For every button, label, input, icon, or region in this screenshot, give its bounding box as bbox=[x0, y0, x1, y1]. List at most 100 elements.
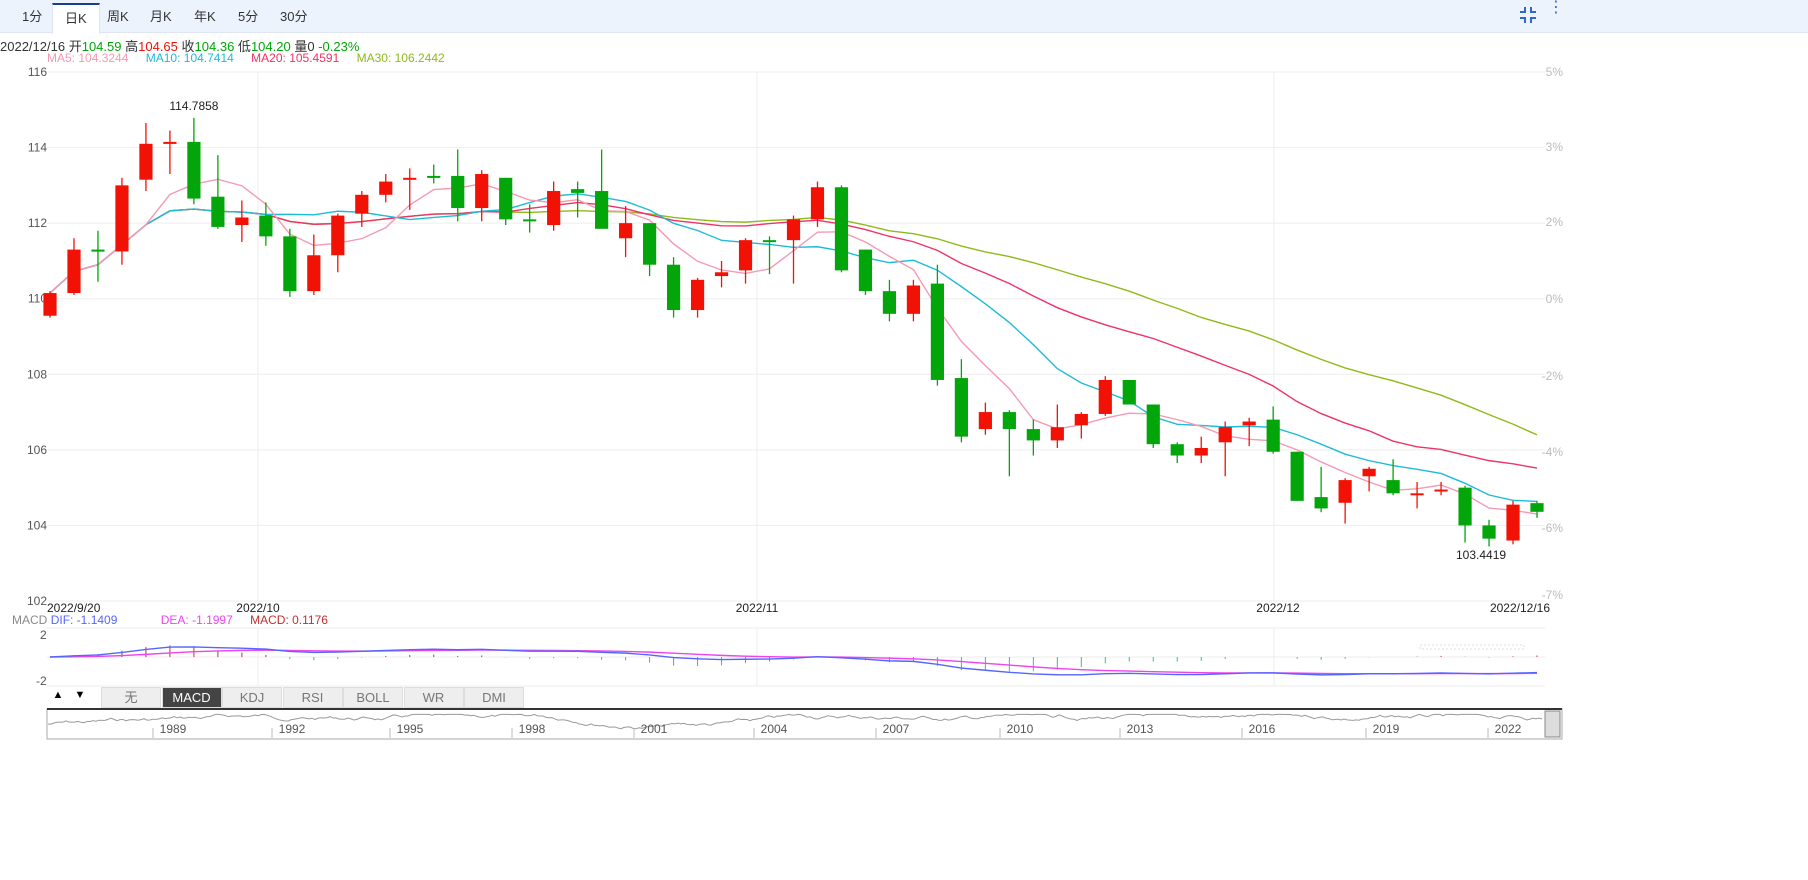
candle-body bbox=[1002, 412, 1016, 430]
candle-body bbox=[810, 187, 825, 220]
candle bbox=[187, 117, 201, 205]
candle bbox=[738, 238, 753, 284]
candle bbox=[906, 279, 921, 322]
candle-body bbox=[714, 272, 729, 277]
candlestick-chart[interactable]: 1161141121101081061041025%3%2%0%-2%-4%-6… bbox=[0, 0, 1808, 880]
candle-body bbox=[858, 249, 873, 292]
candle bbox=[1458, 485, 1472, 543]
candle-body bbox=[1362, 468, 1376, 477]
candle bbox=[403, 168, 417, 210]
candle bbox=[690, 277, 705, 318]
candle bbox=[714, 260, 729, 288]
y-tick-label: 104 bbox=[27, 518, 47, 532]
candle bbox=[499, 177, 513, 226]
navigator-year-label: 2001 bbox=[641, 722, 668, 736]
candle bbox=[930, 264, 944, 386]
candle-body bbox=[1074, 413, 1088, 426]
indicator-tab-3[interactable]: RSI bbox=[282, 687, 343, 708]
candle bbox=[1218, 421, 1232, 477]
candle-body bbox=[1266, 419, 1280, 452]
candle-body bbox=[595, 191, 609, 229]
candle-body bbox=[1410, 493, 1424, 496]
candle bbox=[1314, 466, 1328, 513]
navigator-handle[interactable] bbox=[1544, 710, 1561, 738]
candle bbox=[1266, 406, 1280, 454]
candle-body bbox=[1218, 427, 1232, 443]
candle bbox=[666, 257, 681, 318]
navigator-year-label: 2004 bbox=[761, 722, 788, 736]
y-tick-label: 106 bbox=[27, 443, 47, 457]
navigator-year-label: 2019 bbox=[1373, 722, 1400, 736]
min-price-label: 103.4419 bbox=[1456, 548, 1506, 562]
candle-body bbox=[499, 177, 513, 220]
candle-body bbox=[954, 378, 968, 437]
candle-body bbox=[547, 191, 561, 226]
navigator-year-label: 1992 bbox=[279, 722, 306, 736]
candle-body bbox=[283, 236, 297, 292]
candle-body bbox=[235, 217, 249, 226]
candle-body bbox=[1170, 444, 1184, 456]
candle bbox=[1050, 404, 1064, 448]
candle-body bbox=[379, 181, 393, 195]
candle-body bbox=[1026, 429, 1040, 441]
candle-body bbox=[115, 185, 129, 252]
candle bbox=[1362, 466, 1376, 492]
indicator-tab-1[interactable]: MACD bbox=[161, 687, 222, 708]
candle-body bbox=[786, 219, 801, 241]
candle-body bbox=[451, 175, 465, 209]
candle bbox=[1410, 481, 1424, 509]
navigator bbox=[46, 708, 1563, 740]
candle-body bbox=[1314, 497, 1328, 509]
indicator-tab-0[interactable]: 无 bbox=[101, 687, 161, 708]
candle bbox=[235, 200, 249, 243]
dea-line bbox=[49, 649, 1538, 675]
indicator-tab-2[interactable]: KDJ bbox=[222, 687, 282, 708]
pct-tick-label: 3% bbox=[1546, 140, 1564, 154]
navigator-year-label: 2010 bbox=[1007, 722, 1034, 736]
scroll-down-button[interactable]: ▼ bbox=[71, 689, 89, 707]
candle-body bbox=[643, 223, 657, 265]
candle bbox=[67, 238, 81, 295]
macd-legend: MACD DIF: -1.1409 DEA: -1.1997 MACD: 0.1… bbox=[12, 613, 328, 627]
candle-body bbox=[1290, 451, 1304, 501]
candle bbox=[1002, 410, 1016, 477]
candle bbox=[283, 228, 297, 297]
candle bbox=[786, 215, 801, 284]
macd-title: MACD bbox=[12, 613, 48, 627]
candle bbox=[547, 181, 561, 231]
candle bbox=[1242, 417, 1256, 447]
candle bbox=[211, 155, 225, 229]
candle-body bbox=[91, 249, 105, 252]
candle-body bbox=[1146, 404, 1160, 445]
indicator-tab-6[interactable]: DMI bbox=[464, 687, 524, 708]
candle-body bbox=[1506, 504, 1520, 541]
macd-tick-neg2: -2 bbox=[36, 674, 47, 688]
candle-body bbox=[690, 279, 705, 311]
scroll-up-button[interactable]: ▲ bbox=[49, 689, 67, 707]
candle-body bbox=[1338, 480, 1352, 503]
candle-body bbox=[1050, 427, 1064, 441]
pct-tick-label: 2% bbox=[1546, 215, 1564, 229]
candle-body bbox=[1530, 503, 1544, 512]
y-tick-label: 102 bbox=[27, 594, 47, 608]
navigator-year-label: 2016 bbox=[1249, 722, 1276, 736]
indicator-tab-5[interactable]: WR bbox=[403, 687, 464, 708]
pct-tick-label: -6% bbox=[1542, 521, 1564, 535]
candle bbox=[762, 236, 777, 275]
candle bbox=[1482, 519, 1496, 547]
candle-body bbox=[1434, 489, 1448, 492]
y-tick-label: 112 bbox=[28, 216, 47, 230]
indicator-tab-4[interactable]: BOLL bbox=[343, 687, 403, 708]
candle bbox=[643, 223, 657, 277]
candle bbox=[1074, 412, 1088, 439]
navigator-year-label: 1998 bbox=[519, 722, 546, 736]
candle bbox=[91, 230, 105, 282]
candle bbox=[1530, 500, 1544, 518]
candle-body bbox=[1458, 487, 1472, 526]
navigator-year-label: 2013 bbox=[1127, 722, 1154, 736]
pct-tick-label: -2% bbox=[1542, 369, 1564, 383]
candle-body bbox=[666, 264, 681, 311]
macd-value-label: MACD: 0.1176 bbox=[250, 613, 328, 627]
candle-body bbox=[331, 215, 345, 256]
dif-label: DIF: -1.1409 bbox=[50, 613, 118, 627]
